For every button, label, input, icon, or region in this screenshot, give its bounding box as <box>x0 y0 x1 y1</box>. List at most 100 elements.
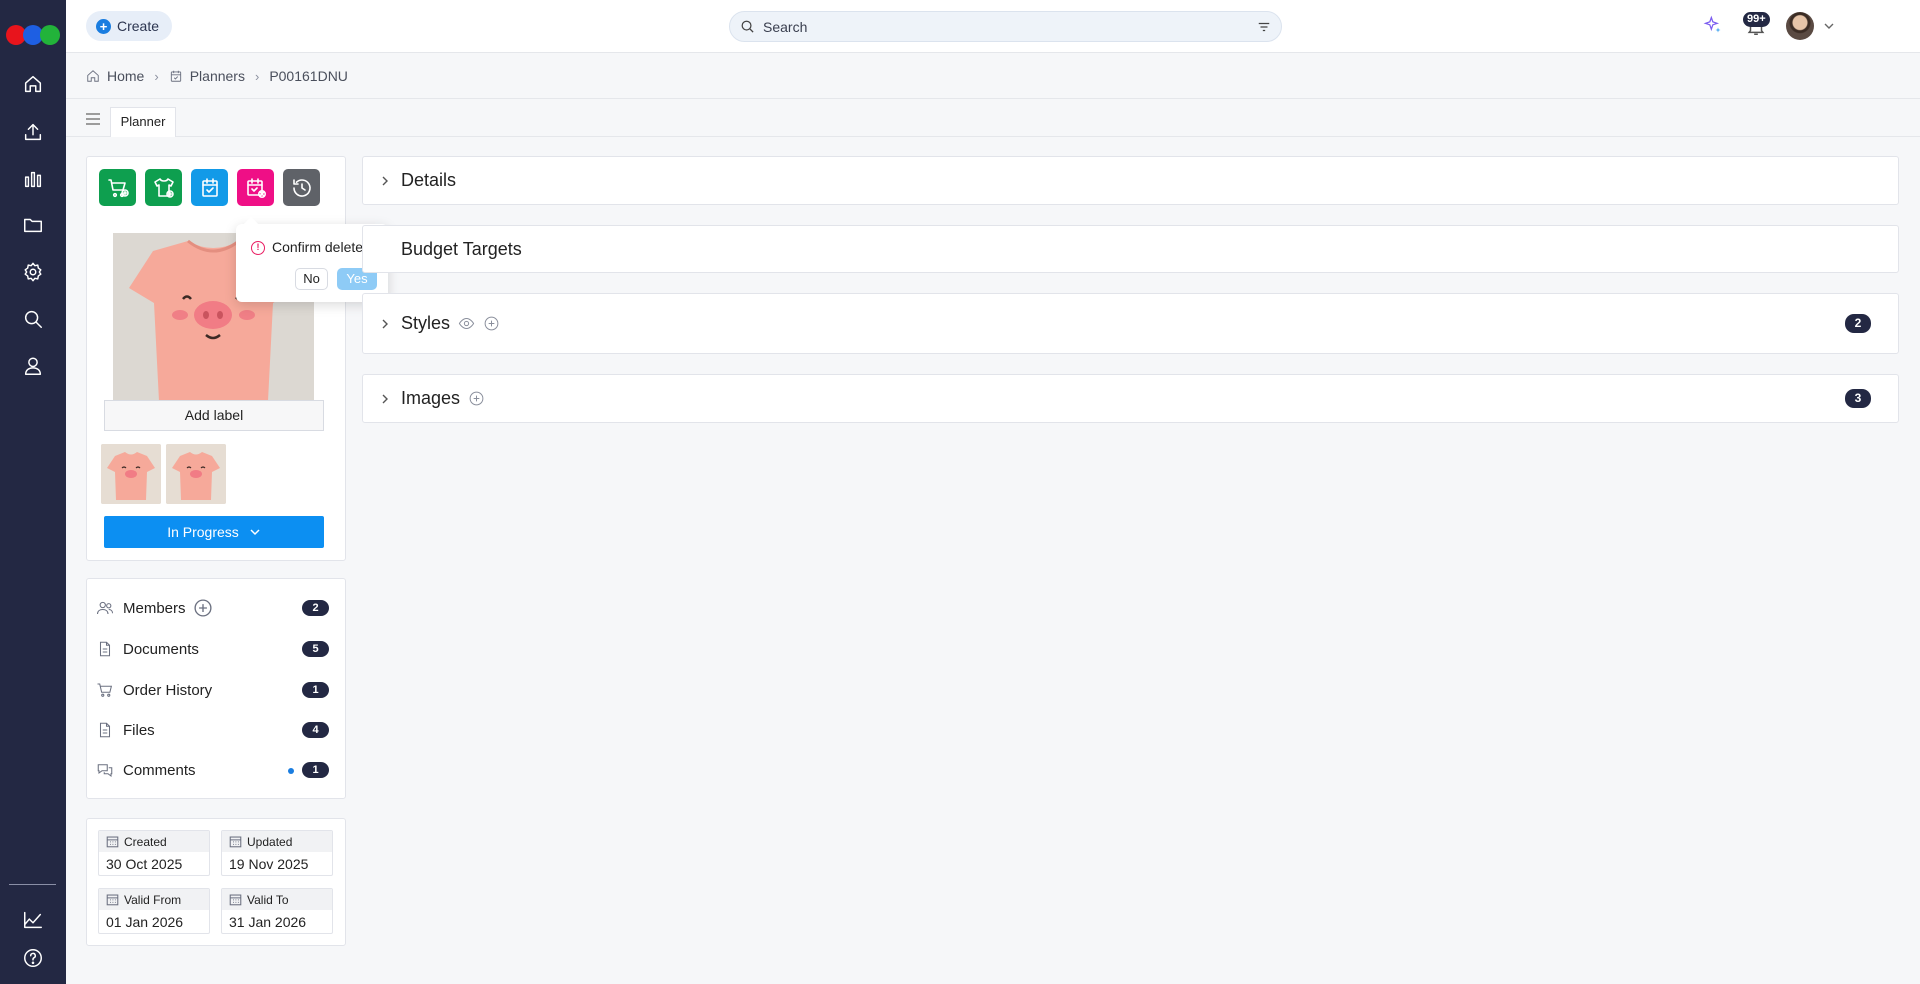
date-label: Created <box>124 834 167 849</box>
section-title: Details <box>401 170 457 190</box>
count-badge: 3 <box>1845 389 1871 408</box>
eye-icon[interactable] <box>458 315 475 332</box>
image-thumbnail[interactable] <box>101 444 161 504</box>
history-icon <box>292 178 311 197</box>
section-images[interactable]: Images 3 <box>362 374 1899 423</box>
date-label: Valid To <box>247 892 289 907</box>
calendar-icon <box>106 836 119 848</box>
chevron-down-icon[interactable] <box>1823 20 1835 32</box>
top-bar: + Create Search <box>66 0 1920 53</box>
popover-title: Confirm delete? <box>272 239 371 255</box>
calendar-icon <box>106 894 119 906</box>
tab-planner[interactable]: Planner <box>110 107 176 137</box>
link-members[interactable]: Members 2 <box>96 596 329 620</box>
date-label: Valid From <box>124 892 182 907</box>
add-member-icon[interactable] <box>193 599 212 617</box>
link-documents[interactable]: Documents 5 <box>96 637 329 661</box>
plus-icon: + <box>96 18 111 34</box>
date-value: 01 Jan 2026 <box>106 914 184 930</box>
section-title: Images <box>401 388 485 409</box>
link-label: Files <box>123 721 155 739</box>
warning-icon: ! <box>251 241 265 255</box>
app-logo[interactable] <box>6 25 60 45</box>
filter-icon[interactable] <box>1257 20 1271 34</box>
link-comments[interactable]: Comments 1 <box>96 758 329 782</box>
menu-icon[interactable] <box>86 113 100 125</box>
upload-icon[interactable] <box>21 120 45 144</box>
search-icon <box>741 20 754 33</box>
delete-planner-button[interactable] <box>237 169 274 206</box>
count-badge: 4 <box>302 722 329 738</box>
rail-divider <box>9 884 56 885</box>
calendar-delete-icon <box>246 177 266 198</box>
breadcrumb-label[interactable]: Home <box>107 68 144 84</box>
add-circle-icon[interactable] <box>483 315 500 332</box>
avatar[interactable] <box>1786 12 1814 40</box>
status-label: In Progress <box>167 524 239 540</box>
home-icon[interactable] <box>21 72 45 96</box>
date-value: 31 Jan 2026 <box>229 914 307 930</box>
cart-add-icon <box>107 178 129 197</box>
no-button[interactable]: No <box>295 268 328 290</box>
calendar-icon <box>229 894 242 906</box>
breadcrumb-label: P00161DNU <box>269 68 348 84</box>
image-thumbnail[interactable] <box>166 444 226 504</box>
ai-sparkle-icon[interactable] <box>1703 15 1723 35</box>
link-files[interactable]: Files 4 <box>96 718 329 742</box>
search-icon[interactable] <box>21 307 45 331</box>
chevron-right-icon[interactable] <box>379 318 391 330</box>
link-order-history[interactable]: Order History 1 <box>96 678 329 702</box>
settings-icon[interactable] <box>21 260 45 284</box>
chevron-right-icon[interactable] <box>379 393 391 405</box>
cart-icon <box>97 683 113 697</box>
status-dropdown[interactable]: In Progress <box>104 516 324 548</box>
breadcrumb: Home › Planners › P00161DNU <box>66 54 1920 99</box>
section-budget-targets[interactable]: Budget Targets <box>362 225 1899 273</box>
count-badge: 5 <box>302 641 329 657</box>
create-button[interactable]: + Create <box>86 11 172 41</box>
analytics-icon[interactable] <box>21 908 45 932</box>
document-icon <box>99 641 111 657</box>
user-icon[interactable] <box>21 354 45 378</box>
folder-icon[interactable] <box>21 213 45 237</box>
notification-badge: 99+ <box>1743 12 1770 27</box>
add-to-cart-button[interactable] <box>99 169 136 206</box>
home-icon <box>87 70 99 82</box>
file-icon <box>99 722 111 738</box>
section-details[interactable]: Details <box>362 156 1899 205</box>
date-label: Updated <box>247 834 293 849</box>
section-styles[interactable]: Styles 2 <box>362 293 1899 354</box>
link-label: Order History <box>123 681 213 699</box>
link-label: Members <box>123 599 186 617</box>
search-bar[interactable]: Search <box>729 11 1282 42</box>
date-value: 30 Oct 2025 <box>106 856 183 872</box>
breadcrumb-current: P00161DNU <box>269 68 348 84</box>
sync-calendar-button[interactable] <box>191 169 228 206</box>
calendar-sync-icon <box>201 177 218 197</box>
add-label-button[interactable]: Add label <box>104 400 324 431</box>
left-sidebar <box>0 0 66 984</box>
calendar-check-icon <box>170 70 181 82</box>
unread-indicator <box>288 768 294 774</box>
bar-chart-icon[interactable] <box>21 167 45 191</box>
updated-date: Updated 19 Nov 2025 <box>221 830 333 876</box>
history-button[interactable] <box>283 169 320 206</box>
add-circle-icon[interactable] <box>468 390 485 407</box>
valid-to-date: Valid To 31 Jan 2026 <box>221 888 333 934</box>
breadcrumb-label[interactable]: Planners <box>190 68 245 84</box>
count-badge: 2 <box>302 600 329 616</box>
search-input[interactable]: Search <box>763 19 807 35</box>
date-value: 19 Nov 2025 <box>229 856 309 872</box>
chevron-right-icon: › <box>254 68 260 84</box>
garment-add-icon <box>153 177 174 198</box>
help-icon[interactable] <box>21 946 45 970</box>
breadcrumb-planners[interactable]: Planners <box>169 68 245 84</box>
chevron-right-icon[interactable] <box>379 175 391 187</box>
link-label: Comments <box>123 761 196 779</box>
add-style-button[interactable] <box>145 169 182 206</box>
count-badge: 1 <box>302 762 329 778</box>
breadcrumb-home[interactable]: Home <box>86 68 144 84</box>
users-icon <box>96 601 114 615</box>
comments-icon <box>97 764 113 778</box>
count-badge: 2 <box>1845 314 1871 333</box>
